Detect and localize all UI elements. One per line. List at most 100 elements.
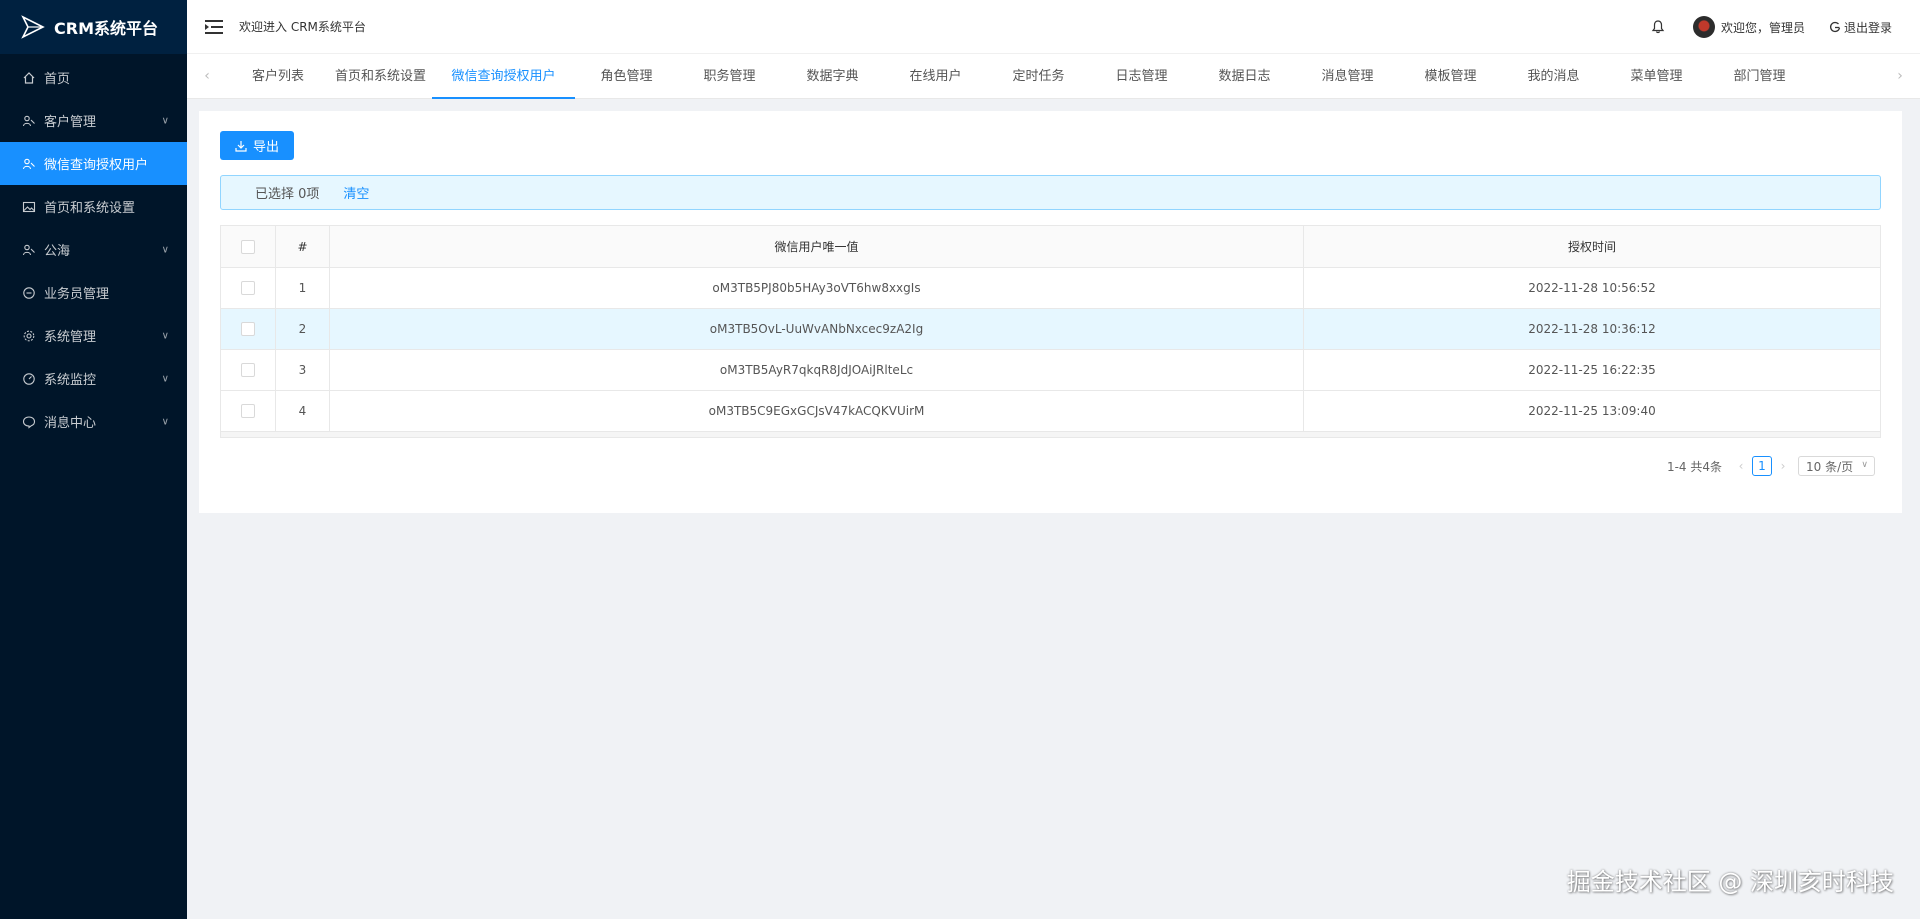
row-openid: oM3TB5C9EGxGCJsV47kACQKVUirM [330,391,1304,431]
message-icon [22,415,36,429]
tab[interactable]: 消息管理 [1296,54,1399,99]
tab[interactable]: 数据字典 [781,54,884,99]
table-horizontal-scrollbar[interactable] [221,432,1880,438]
bell-icon[interactable] [1651,20,1665,34]
user-greeting[interactable]: 欢迎您，管理员 [1721,19,1805,36]
pagination: 1-4 共4条 ‹ 1 › 10 条/页 ∨ [1667,455,1875,477]
tab[interactable]: 客户列表 [227,54,329,99]
table-row[interactable]: 2 oM3TB5OvL-UuWvANbNxcec9zA2Ig 2022-11-28 … [221,309,1880,350]
tab[interactable]: 微信查询授权用户 [432,54,575,99]
sidebar-item[interactable]: 业务员管理 [0,271,187,314]
table-row[interactable]: 3 oM3TB5AyR7qkqR8JdJOAiJRlteLc 2022-11-25 … [221,350,1880,391]
selection-alert: 已选择 0项 清空 [220,175,1881,210]
logout-label: 退出登录 [1843,20,1892,35]
tab[interactable]: 数据日志 [1193,54,1296,99]
row-auth-time: 2022-11-25 16:22:35 [1528,363,1656,377]
row-index: 4 [276,391,330,431]
sidebar-item[interactable]: 微信查询授权用户 [0,142,187,185]
users-icon [22,243,36,257]
row-openid: oM3TB5AyR7qkqR8JdJOAiJRlteLc [330,350,1304,390]
page-size-select[interactable]: 10 条/页 ∨ [1798,456,1875,476]
tab[interactable]: 在线用户 [884,54,987,99]
sidebar-item[interactable]: 系统监控 ∨ [0,357,187,400]
sidebar-item-label: 首页和系统设置 [44,201,136,216]
users-icon [22,114,36,128]
tab-scroll-right-icon[interactable]: › [1880,68,1920,84]
gauge-icon [22,372,36,386]
welcome-text: 欢迎进入 CRM系统平台 [239,20,366,34]
tab[interactable]: 我的消息 [1502,54,1605,99]
tab[interactable]: 职务管理 [678,54,781,99]
tab[interactable]: 菜单管理 [1605,54,1708,99]
sidebar-item[interactable]: 首页 [0,56,187,99]
avatar[interactable] [1692,16,1715,38]
column-header-openid[interactable]: 微信用户唯一值 [330,226,1304,267]
sidebar-item[interactable]: 系统管理 ∨ [0,314,187,357]
export-label: 导出 [252,140,279,155]
export-button[interactable]: 导出 [220,131,294,160]
sidebar-item-label: 首页 [44,72,71,87]
row-checkbox[interactable] [241,363,255,377]
table-header: # 微信用户唯一值 授权时间 [221,226,1880,268]
tab-scroll-left-icon[interactable]: ‹ [187,68,227,84]
chevron-down-icon: ∨ [161,244,169,255]
table-row[interactable]: 1 oM3TB5PJ80b5HAy3oVT6hw8xxgIs 2022-11-28 … [221,268,1880,309]
chevron-down-icon: ∨ [161,373,169,384]
row-checkbox[interactable] [241,322,255,336]
logout-button[interactable]: 退出登录 [1829,19,1892,36]
row-openid: oM3TB5OvL-UuWvANbNxcec9zA2Ig [330,309,1304,349]
watermark: 掘金技术社区 @ 深圳亥时科技 [1566,868,1894,896]
selection-count: 已选择 0项 [255,187,320,202]
tab[interactable]: 定时任务 [987,54,1090,99]
page-size-value: 10 条/页 [1806,459,1854,474]
page-number[interactable]: 1 [1752,456,1772,476]
row-checkbox[interactable] [241,404,255,418]
header-actions: 欢迎您，管理员 退出登录 [1651,0,1892,54]
sidebar-item[interactable]: 客户管理 ∨ [0,99,187,142]
row-checkbox[interactable] [241,281,255,295]
row-auth-time: 2022-11-28 10:56:52 [1528,281,1656,295]
next-page-icon[interactable]: › [1776,459,1790,473]
sidebar-item-label: 客户管理 [44,115,97,130]
tab[interactable]: 首页和系统设置 [329,54,432,99]
header-checkbox-cell [221,226,276,267]
sidebar-menu: 首页 客户管理 ∨ 微信查询授权用户 首页和系统设置 公海 ∨ 业务员管理 系统管理 ∨ 系统监控 ∨… [0,56,187,443]
sidebar-item[interactable]: 首页和系统设置 [0,185,187,228]
tab-list: 客户列表 首页和系统设置 微信查询授权用户 角色管理 职务管理 数据字典 在线用户 定时任务日… [227,54,1880,99]
column-header-index: # [276,226,330,267]
auth-user-table: # 微信用户唯一值 授权时间 1 oM3TB5PJ80b5HAy3oVT6hw8x… [220,225,1881,438]
row-index: 1 [276,268,330,308]
sidebar-item-label: 系统管理 [44,330,97,345]
sidebar-item[interactable]: 公海 ∨ [0,228,187,271]
tab[interactable]: 模板管理 [1399,54,1502,99]
row-auth-time: 2022-11-28 10:36:12 [1528,322,1656,336]
table-row[interactable]: 4 oM3TB5C9EGxGCJsV47kACQKVUirM 2022-11-25 … [221,391,1880,432]
tab[interactable]: 部门管理 [1708,54,1811,99]
row-auth-time: 2022-11-25 13:09:40 [1528,404,1656,418]
menu-fold-icon[interactable] [205,19,223,35]
sidebar-item-label: 消息中心 [44,416,97,431]
image-icon [22,200,36,214]
top-header: 欢迎进入 CRM系统平台 欢迎您，管理员 退出登录 [187,0,1920,54]
sidebar-item[interactable]: 消息中心 ∨ [0,400,187,443]
home-icon [22,71,36,85]
row-checkbox-cell [221,350,276,390]
row-index: 2 [276,309,330,349]
clock-icon [22,286,36,300]
select-all-checkbox[interactable] [241,239,255,254]
column-header-auth-time[interactable]: 授权时间 [1304,226,1880,267]
prev-page-icon[interactable]: ‹ [1734,459,1748,473]
tab[interactable]: 角色管理 [575,54,678,99]
logo-icon [21,15,45,39]
chevron-down-icon: ∨ [161,416,169,427]
row-checkbox-cell [221,391,276,431]
sidebar-item-label: 系统监控 [44,373,97,388]
tab[interactable]: 日志管理 [1090,54,1193,99]
clear-selection-link[interactable]: 清空 [343,183,369,202]
user-auth-icon [22,157,36,171]
table-body: 1 oM3TB5PJ80b5HAy3oVT6hw8xxgIs 2022-11-28 … [221,268,1880,432]
row-checkbox-cell [221,309,276,349]
sidebar: CRM系统平台 首页 客户管理 ∨ 微信查询授权用户 首页和系统设置 公海 ∨ 业务员管理 系统… [0,0,187,919]
app-logo[interactable]: CRM系统平台 [0,0,187,54]
chevron-down-icon: ∨ [1861,460,1868,470]
